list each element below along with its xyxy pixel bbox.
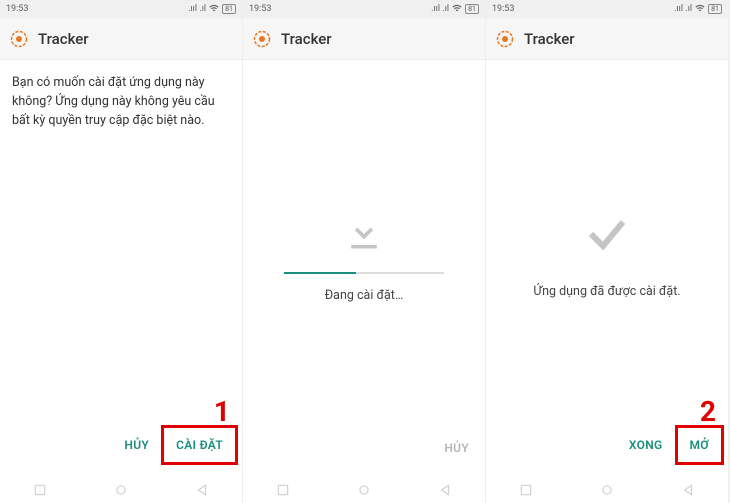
nav-recent-icon[interactable] [519,482,533,496]
phone-screen-2: 19:53 .ııl .ıl 81 Tracker Đang cài đặt… … [243,0,486,503]
android-nav-bar [0,475,242,503]
button-row: XONG MỞ [617,425,724,465]
signal-icon: .ııl .ıl [188,4,206,14]
app-title: Tracker [524,30,575,48]
status-bar: 19:53 .ııl .ıl 81 [486,0,728,18]
phone-screen-3: 19:53 .ııl .ıl 81 Tracker Ứng dụng đã đư… [486,0,729,503]
install-button[interactable]: CÀI ĐẶT [161,425,238,465]
installing-label: Đang cài đặt… [325,288,403,303]
app-bar: Tracker [243,18,485,60]
wifi-icon [209,3,219,16]
signal-icon: .ııl .ıl [674,4,692,14]
nav-home-icon[interactable] [600,482,614,496]
nav-back-icon[interactable] [681,482,695,496]
nav-home-icon[interactable] [357,482,371,496]
nav-back-icon[interactable] [438,482,452,496]
progress-bar [284,272,444,274]
checkmark-icon [583,210,631,262]
phone-screen-1: 19:53 .ııl .ıl 81 Tracker Bạn có muốn cà… [0,0,243,503]
cancel-button[interactable]: HỦY [112,428,161,462]
status-time: 19:53 [492,4,514,14]
status-time: 19:53 [249,4,271,14]
status-time: 19:53 [6,4,28,14]
nav-back-icon[interactable] [195,482,209,496]
tracker-icon [253,30,271,48]
tracker-icon [496,30,514,48]
wifi-icon [452,3,462,16]
wifi-icon [695,3,705,16]
nav-recent-icon[interactable] [276,482,290,496]
app-bar: Tracker [486,18,728,60]
button-row: HỦY CÀI ĐẶT [112,425,238,465]
battery-icon: 81 [465,4,479,14]
signal-icon: .ııl .ıl [431,4,449,14]
android-nav-bar [486,475,728,503]
nav-home-icon[interactable] [114,482,128,496]
tracker-icon [10,30,28,48]
battery-icon: 81 [222,4,236,14]
install-prompt-text: Bạn có muốn cài đặt ứng dụng này không? … [12,74,230,130]
annotation-number: 2 [700,395,716,428]
status-indicators: .ııl .ıl 81 [431,3,479,16]
status-indicators: .ııl .ıl 81 [188,3,236,16]
app-bar: Tracker [0,18,242,60]
nav-recent-icon[interactable] [33,482,47,496]
status-bar: 19:53 .ııl .ıl 81 [243,0,485,18]
installed-label: Ứng dụng đã được cài đặt. [533,284,680,299]
app-title: Tracker [38,30,89,48]
cancel-button[interactable]: HỦY [432,431,481,465]
download-icon [342,210,386,258]
button-row: HỦY [432,431,481,465]
android-nav-bar [243,475,485,503]
open-button[interactable]: MỞ [675,425,725,465]
battery-icon: 81 [708,4,722,14]
app-title: Tracker [281,30,332,48]
status-indicators: .ııl .ıl 81 [674,3,722,16]
annotation-number: 1 [214,395,230,428]
status-bar: 19:53 .ııl .ıl 81 [0,0,242,18]
done-button[interactable]: XONG [617,428,675,462]
